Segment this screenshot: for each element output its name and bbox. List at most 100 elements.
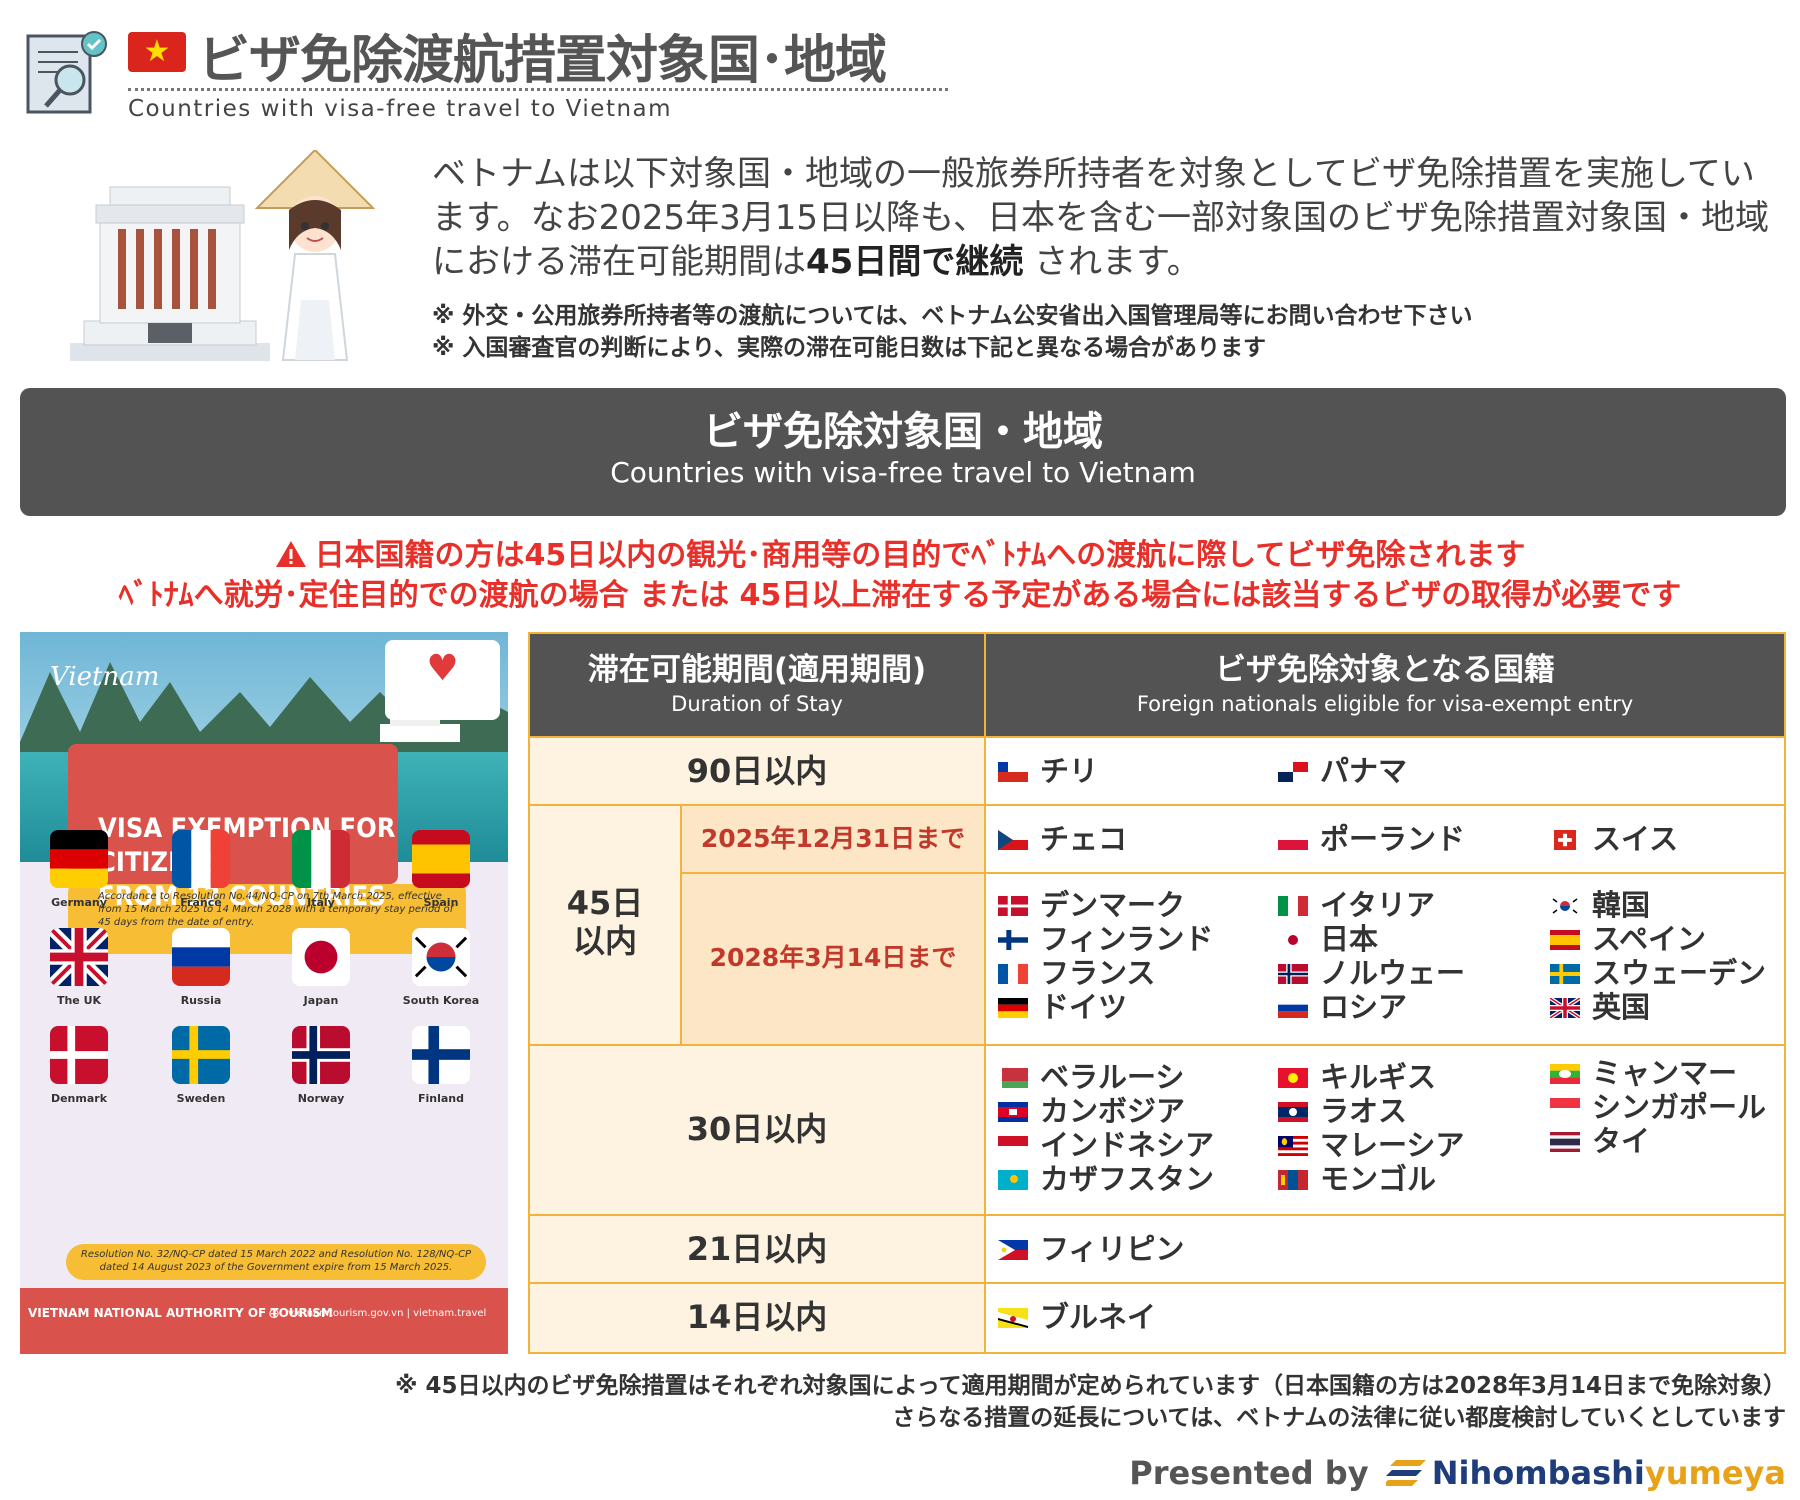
poster-flag-label: Japan: [303, 994, 339, 1007]
poland-flag-icon: [1278, 830, 1308, 850]
vietnam-flag-icon: ★: [128, 32, 186, 72]
countries-30-days: ベラルーシ カンボジア インドネシア カザフスタン キルギス ラオス マレーシア…: [986, 1046, 1784, 1216]
country-name: キルギス: [1320, 1060, 1437, 1094]
spain-flag-icon: [412, 830, 470, 888]
table-row: フィンランド: [998, 922, 1213, 956]
table-row: 英国: [1550, 990, 1650, 1024]
south-korea-flag-icon: [412, 928, 470, 986]
footer-note-1: ※ 45日以内のビザ免除措置はそれぞれ対象国によって適用期間が定められています（…: [395, 1373, 1786, 1399]
italy-flag-icon: [1278, 896, 1308, 916]
intro-note-1: ※ 外交・公用旅券所持者等の渡航については、ベトナム公安省出入国管理局等にお問い…: [432, 303, 1473, 329]
thailand-flag-icon: [1550, 1132, 1580, 1152]
table-header-duration: 滞在可能期間(適用期間) Duration of Stay: [530, 634, 986, 738]
visa-exemption-table: 滞在可能期間(適用期間) Duration of Stay ビザ免除対象となる国…: [528, 632, 1786, 1354]
russia-flag-icon: [1278, 998, 1308, 1018]
country-name: フランス: [1040, 956, 1156, 990]
page-subtitle: Countries with visa-free travel to Vietn…: [128, 96, 673, 122]
kyrgyzstan-flag-icon: [1278, 1068, 1308, 1088]
laos-flag-icon: [1278, 1102, 1308, 1122]
countries-21-days: フィリピン: [986, 1216, 1784, 1284]
country-name: フィンランド: [1040, 922, 1214, 956]
chile-flag-icon: [998, 762, 1028, 782]
visa-exemption-poster: Vietnam ♥ VISA EXEMPTION FOR CITIZENS FR…: [20, 632, 508, 1354]
indonesia-flag-icon: [998, 1136, 1028, 1156]
poster-flag-label: Italy: [307, 896, 335, 909]
country-name: 韓国: [1592, 888, 1651, 922]
poster-flag-label: South Korea: [402, 994, 480, 1007]
period-until-2028-03-14: 2028年3月14日まで: [682, 874, 986, 1046]
poster-url: vietnamtourism.gov.vn | vietnam.travel: [288, 1308, 487, 1319]
denmark-flag-icon: [998, 896, 1028, 916]
country-name: カザフスタン: [1040, 1162, 1215, 1196]
poster-flag-label: Finland: [417, 1092, 464, 1105]
table-row: ブルネイ: [998, 1300, 1156, 1334]
panama-flag-icon: [1278, 762, 1308, 782]
table-row: パナマ: [1278, 754, 1407, 788]
poster-headline-line-1: VISA EXEMPTION FOR CITIZENS: [98, 813, 396, 878]
table-row: マレーシア: [1278, 1128, 1464, 1162]
poster-footer: VIETNAM NATIONAL AUTHORITY OF TOURISM ⊕ …: [20, 1288, 508, 1354]
vietnam-logo: Vietnam: [50, 662, 160, 692]
norway-flag-icon: [292, 1026, 350, 1084]
cambodia-flag-icon: [998, 1102, 1028, 1122]
presented-by: Presented by Nihombashiyumeya: [1129, 1454, 1786, 1492]
table-row: ノルウェー: [1278, 956, 1465, 990]
japan-flag-icon: [292, 928, 350, 986]
country-name: イタリア: [1320, 888, 1435, 922]
table-row: キルギス: [1278, 1060, 1436, 1094]
poster-flag-label: France: [180, 896, 222, 909]
country-name: シンガポール: [1592, 1090, 1767, 1124]
table-row: スウェーデン: [1550, 956, 1766, 990]
duration-45-label-2: 以内: [572, 922, 637, 960]
table-row: チリ: [998, 754, 1098, 788]
table-row: インドネシア: [998, 1128, 1214, 1162]
brand-name-a: Nihombashi: [1431, 1454, 1645, 1492]
table-row: フィリピン: [998, 1232, 1184, 1266]
uk-flag-icon: [1550, 998, 1580, 1018]
intro-note-2: ※ 入国審査官の判断により、実際の滞在可能日数は下記と異なる場合があります: [432, 335, 1266, 361]
mausoleum-illustration: [70, 185, 270, 365]
table-row: 日本: [1278, 922, 1378, 956]
poster-flag-label: Denmark: [50, 1092, 108, 1105]
country-name: 英国: [1592, 990, 1651, 1024]
intro-text-2: されます。: [1034, 242, 1201, 282]
france-flag-icon: [998, 964, 1028, 984]
belarus-flag-icon: [998, 1068, 1028, 1088]
country-name: 日本: [1320, 922, 1379, 956]
czech-flag-icon: [998, 830, 1028, 850]
country-name: タイ: [1592, 1124, 1651, 1158]
norway-flag-icon: [1278, 964, 1308, 984]
warning-line-1: 日本国籍の方は45日以内の観光･商用等の目的でﾍﾞﾄﾅﾑへの渡航に際してビザ免除…: [0, 530, 1800, 574]
country-name: カンボジア: [1040, 1094, 1186, 1128]
country-name: ドイツ: [1040, 990, 1128, 1024]
table-row: ベラルーシ: [998, 1060, 1184, 1094]
finland-flag-icon: [998, 930, 1028, 950]
heart-icon: ♥: [426, 648, 459, 689]
country-name: ロシア: [1320, 990, 1408, 1024]
header-duration-ja: 滞在可能期間(適用期間): [587, 652, 927, 688]
countries-14-days: ブルネイ: [986, 1284, 1784, 1352]
section-banner: ビザ免除対象国・地域 Countries with visa-free trav…: [20, 388, 1786, 516]
country-name: インドネシア: [1040, 1128, 1215, 1162]
country-name: スペイン: [1592, 922, 1706, 956]
poster-footnote: Resolution No. 32/NQ-CP dated 15 March 2…: [80, 1249, 472, 1273]
country-name: モンゴル: [1320, 1162, 1437, 1196]
germany-flag-icon: [50, 830, 108, 888]
table-row: スペイン: [1550, 922, 1706, 956]
title-divider: [128, 88, 948, 91]
france-flag-icon: [172, 830, 230, 888]
countries-45-days-b: デンマーク フィンランド フランス ドイツ イタリア 日本 ノルウェー ロシア …: [986, 874, 1784, 1046]
country-name: スウェーデン: [1592, 956, 1767, 990]
poster-flag-label: Spain: [423, 896, 459, 909]
sweden-flag-icon: [172, 1026, 230, 1084]
poster-flag-label: Sweden: [176, 1092, 226, 1105]
malaysia-flag-icon: [1278, 1136, 1308, 1156]
finland-flag-icon: [412, 1026, 470, 1084]
nihombashiyumeya-logo-icon: [1381, 1456, 1426, 1486]
brunei-flag-icon: [998, 1308, 1028, 1328]
germany-flag-icon: [998, 998, 1028, 1018]
poster-flag-label: Russia: [180, 994, 222, 1007]
country-name: パナマ: [1320, 754, 1408, 788]
country-name: マレーシア: [1320, 1128, 1465, 1162]
poster-flag-label: Germany: [51, 896, 107, 909]
